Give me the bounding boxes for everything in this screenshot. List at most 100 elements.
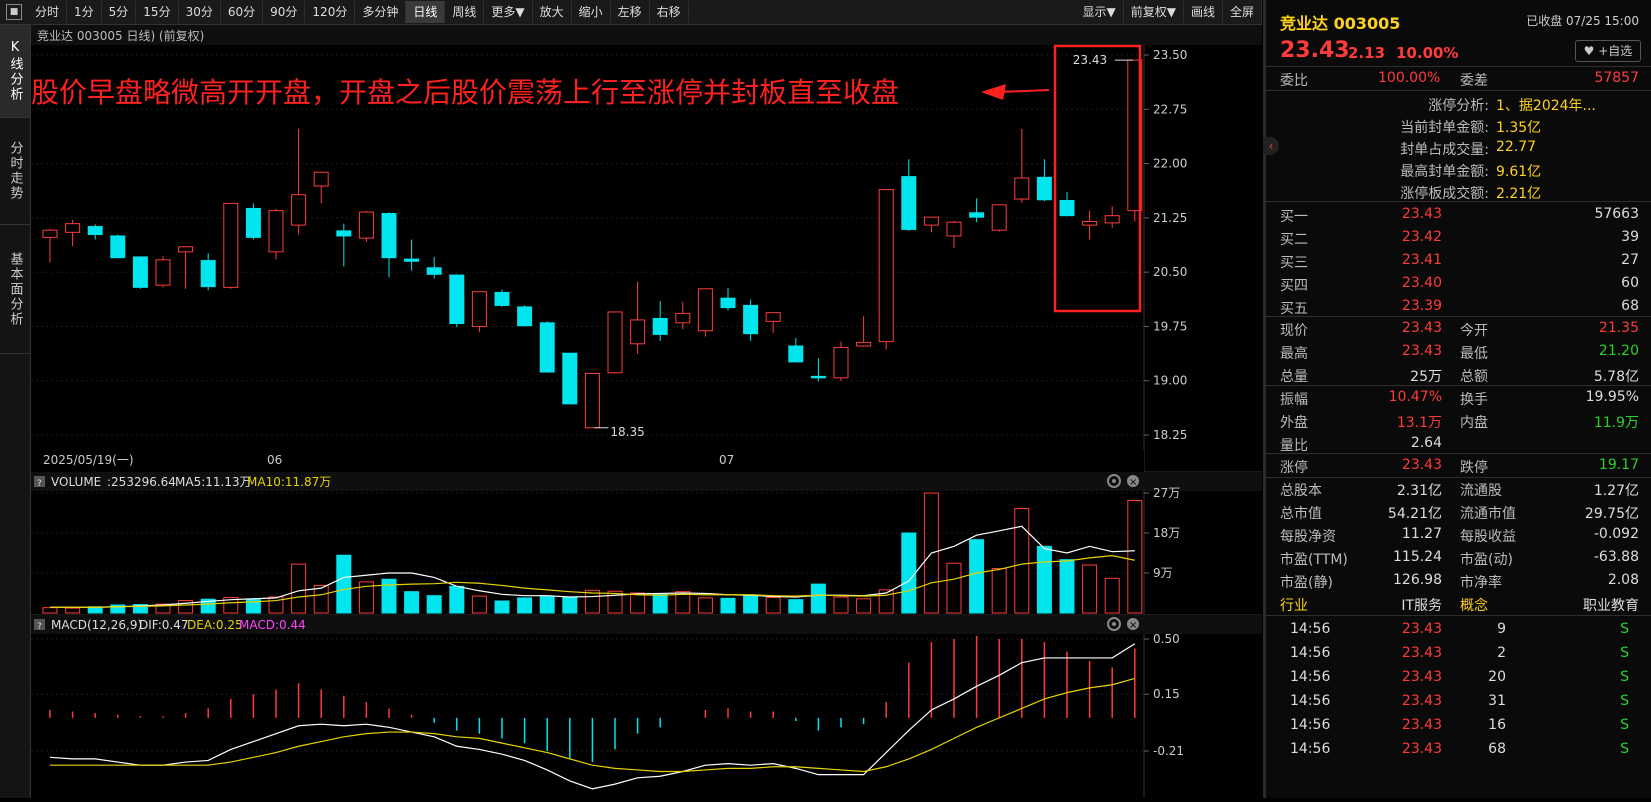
stat-value: -0.092 (1593, 526, 1639, 542)
stat-label: 流通股 (1460, 483, 1502, 499)
stat-label: 市盈(TTM) (1280, 552, 1348, 568)
concept-value[interactable]: 职业教育 (1583, 595, 1639, 615)
display-option-button[interactable]: 显示▼ (1076, 1, 1124, 23)
tick-side: S (1620, 621, 1629, 637)
tick-price: 23.43 (1401, 693, 1442, 709)
candle-body (743, 304, 759, 335)
macd-dea: DEA:0.25 (187, 618, 243, 632)
candle-body (381, 213, 397, 259)
limit-info-label: 涨停分析: (1428, 98, 1489, 114)
volume-bar (969, 539, 985, 614)
stat-value: 10.47% (1388, 389, 1442, 405)
chart-action-button[interactable]: 右移 (650, 1, 689, 23)
tab-fundamentals[interactable]: 基本面分析 (0, 225, 30, 354)
limit-up-value: 23.43 (1401, 457, 1442, 473)
volume-bar (313, 584, 329, 614)
candle-body (878, 189, 894, 343)
limit-info-row: 涨停分析: 1、据2024年... (1266, 92, 1651, 115)
candle-body (494, 291, 510, 306)
stat-value: 54.21亿 (1387, 506, 1442, 522)
stat-value: 21.35 (1598, 320, 1639, 336)
period-button[interactable]: 日线 (406, 1, 446, 23)
period-button[interactable]: 多分钟 (355, 1, 407, 23)
candle-body (426, 267, 442, 275)
market-status: 已收盘 07/25 15:00 (1526, 14, 1639, 28)
stat-label: 市净率 (1460, 575, 1502, 591)
bid-row: 买一 23.43 57663 (1266, 203, 1651, 226)
period-button[interactable]: 90分 (263, 1, 306, 23)
period-button[interactable]: 60分 (221, 1, 264, 23)
display-option-button[interactable]: 全屏 (1223, 1, 1262, 23)
stats-row: 外盘 13.1万 内盘 11.9万 (1266, 409, 1651, 432)
macd-label: MACD(12,26,9) (51, 618, 142, 632)
fundamentals-row: 市盈(TTM) 115.24 市盈(动) -63.88 (1266, 546, 1651, 569)
candle-body (946, 221, 962, 237)
period-button[interactable]: 更多▼ (484, 1, 533, 23)
macd-tick-label: 0.50 (1153, 632, 1180, 646)
chart-canvas[interactable]: 竞业达 003005 日线) (前复权) 23.50 22.75 22.00 21.2… (31, 25, 1262, 798)
chart-action-button[interactable]: 缩小 (572, 1, 611, 23)
candle-body (901, 176, 917, 230)
industry-value[interactable]: IT服务 (1378, 595, 1442, 615)
industry-row: 行业 IT服务 概念 职业教育 (1266, 592, 1651, 615)
add-watchlist-button[interactable]: ♥ +自选 (1575, 40, 1641, 62)
volume-bar (1059, 559, 1075, 614)
tick-time: 14:56 (1290, 717, 1331, 733)
date-label-june: 06 (267, 453, 282, 467)
period-button[interactable]: 1分 (67, 1, 102, 23)
bid-row: 买三 23.41 27 (1266, 249, 1651, 272)
tick-time: 14:56 (1290, 741, 1331, 757)
display-option-button[interactable]: 画线 (1184, 1, 1223, 23)
volume-bar (765, 596, 781, 614)
volume-bar (65, 607, 81, 614)
candle-body (336, 230, 352, 237)
candle-body (607, 311, 623, 374)
volume-ma10: MA10:11.87万 (247, 475, 331, 489)
fundamentals-row: 总股本 2.31亿 流通股 1.27亿 (1266, 477, 1651, 500)
svg-text:?: ? (37, 622, 42, 632)
stat-label: 量比 (1280, 438, 1308, 454)
stat-label: 今开 (1460, 323, 1488, 339)
stat-value: 1.27亿 (1593, 483, 1639, 499)
volume-tick-label: 18万 (1153, 526, 1180, 540)
volume-bar (630, 592, 646, 614)
period-button[interactable]: 分时 (28, 1, 68, 23)
price-limit-row: 涨停 23.43 跌停 19.17 (1266, 454, 1651, 477)
period-button[interactable]: 5分 (102, 1, 137, 23)
chart-action-button[interactable]: 放大 (533, 1, 572, 23)
limit-down-value: 19.17 (1598, 457, 1639, 473)
bid-price: 23.40 (1401, 275, 1442, 291)
candle-body (87, 226, 103, 236)
stat-label: 每股收益 (1460, 529, 1516, 545)
tick-time: 14:56 (1290, 669, 1331, 685)
order-ratio-row: 委比 100.00% 委差 57857 (1266, 67, 1651, 90)
tick-price: 23.43 (1401, 741, 1442, 757)
period-button[interactable]: 15分 (136, 1, 179, 23)
volume-ma5: MA5:11.13万 (175, 475, 252, 489)
tick-row: 14:56 23.43 9 S (1266, 618, 1651, 641)
tab-kline-analysis[interactable]: K线分析 (0, 25, 30, 118)
display-option-button[interactable]: 前复权▼ (1124, 1, 1184, 23)
candle-body (539, 322, 555, 373)
candle-body (155, 259, 171, 286)
candle-body (132, 256, 148, 288)
chart-action-button[interactable]: 左移 (611, 1, 650, 23)
stat-label: 市盈(静) (1280, 575, 1333, 591)
close-icon[interactable]: × (1127, 618, 1139, 631)
menu-icon[interactable]: ■ (6, 4, 22, 20)
period-button[interactable]: 周线 (445, 1, 485, 23)
close-icon[interactable]: × (1127, 475, 1139, 488)
volume-bar (856, 598, 872, 614)
quote-row: 最高 23.43 最低 21.20 (1266, 340, 1651, 363)
bid-price: 23.42 (1401, 229, 1442, 245)
tab-intraday[interactable]: 分时走势 (0, 118, 30, 225)
tick-volume: 16 (1488, 717, 1506, 733)
tick-price: 23.43 (1401, 645, 1442, 661)
display-controls: 显示▼ 前复权▼ 画线 全屏 (1076, 1, 1262, 23)
volume-bar (1082, 564, 1098, 614)
volume-bar (291, 563, 307, 614)
period-button[interactable]: 120分 (305, 1, 356, 23)
macd-value: MACD:0.44 (239, 618, 306, 632)
period-button[interactable]: 30分 (179, 1, 221, 23)
macd-dif: DIF:0.47 (139, 618, 189, 632)
